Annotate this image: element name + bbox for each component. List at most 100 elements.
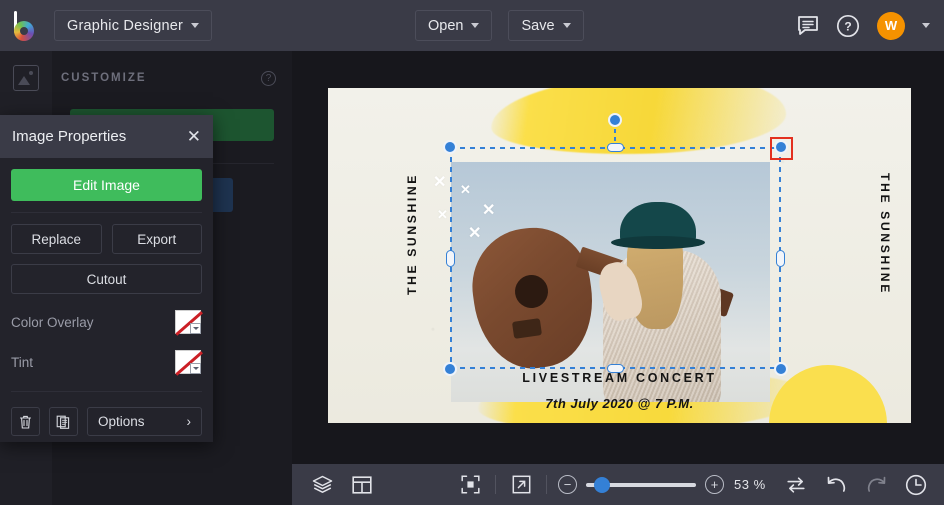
highlight-annotation [770, 137, 793, 160]
right-center-resize-handle[interactable] [776, 250, 785, 267]
top-bar: Graphic Designer Open Save ? W [0, 0, 944, 51]
bottom-center-resize-handle[interactable] [607, 364, 624, 373]
selection-bounding-box[interactable] [443, 113, 788, 376]
export-button[interactable]: Export [111, 224, 202, 254]
zoom-in-button[interactable]: + [705, 475, 724, 494]
fit-to-screen-icon [460, 475, 480, 494]
replace-button[interactable]: Replace [11, 224, 102, 254]
save-label: Save [521, 17, 555, 34]
rail-item-image[interactable] [0, 51, 52, 105]
divider [495, 475, 496, 494]
account-chevron-down-icon[interactable] [922, 23, 930, 28]
customize-header: CUSTOMIZE ? [52, 51, 292, 105]
comment-icon[interactable] [797, 15, 819, 36]
avatar-initial: W [884, 18, 898, 33]
x-decoration-icon: ✕ [433, 174, 447, 191]
replace-label: Replace [31, 231, 82, 247]
swap-button[interactable] [776, 464, 816, 505]
divider [11, 391, 202, 392]
edit-image-label: Edit Image [73, 177, 140, 193]
tint-row: Tint [11, 350, 203, 376]
top-bar-right-actions: ? W [797, 0, 930, 51]
delete-button[interactable] [11, 407, 40, 436]
bottom-right-resize-handle[interactable] [774, 362, 788, 376]
help-icon[interactable]: ? [836, 14, 860, 38]
chevron-down-icon [471, 23, 480, 28]
swap-icon [787, 476, 805, 493]
zoom-slider-knob[interactable] [594, 476, 610, 493]
options-button[interactable]: Options › [87, 407, 202, 436]
help-icon[interactable]: ? [261, 70, 276, 86]
layers-button[interactable] [302, 464, 342, 505]
zoom-out-button[interactable]: − [558, 475, 577, 494]
svg-text:?: ? [844, 19, 851, 33]
avatar[interactable]: W [877, 11, 905, 40]
document-title-label: Graphic Designer [67, 17, 184, 34]
options-label: Options [98, 414, 145, 429]
dialog-title: Image Properties [12, 128, 127, 145]
cutout-button[interactable]: Cutout [11, 264, 202, 294]
app-root: Graphic Designer Open Save ? W CUSTOMIZE… [0, 0, 944, 505]
canvas-workspace[interactable]: THE SUNSHINE THE SUNSHINE LIVESTREAM CON… [292, 51, 944, 464]
dialog-footer: Options › [0, 407, 213, 436]
chevron-down-icon[interactable] [190, 363, 201, 374]
top-center-resize-handle[interactable] [607, 143, 624, 152]
fit-to-screen-button[interactable] [450, 464, 490, 505]
poster-right-vertical-text[interactable]: THE SUNSHINE [878, 173, 892, 295]
pages-icon [352, 475, 372, 494]
save-button[interactable]: Save [508, 10, 584, 41]
poster-title[interactable]: LIVESTREAM CONCERT [328, 371, 911, 385]
open-label: Open [428, 17, 464, 34]
undo-icon [827, 476, 845, 492]
history-button[interactable] [896, 464, 936, 505]
top-left-resize-handle[interactable] [443, 140, 457, 154]
customize-title: CUSTOMIZE [61, 72, 147, 84]
rotate-handle[interactable] [608, 113, 622, 127]
fullscreen-button[interactable] [501, 464, 541, 505]
zoom-out-label: − [563, 477, 572, 492]
duplicate-icon [56, 415, 70, 429]
duplicate-button[interactable] [49, 407, 78, 436]
layers-icon [312, 475, 332, 493]
poster-subtitle[interactable]: 7th July 2020 @ 7 P.M. [328, 396, 911, 411]
image-tool-icon [13, 65, 39, 91]
trash-icon [19, 415, 32, 429]
color-overlay-row: Color Overlay [11, 310, 203, 336]
chevron-down-icon[interactable] [190, 323, 201, 334]
zoom-slider[interactable] [586, 476, 696, 493]
tint-label: Tint [11, 354, 34, 370]
replace-export-row: Replace Export [11, 224, 202, 254]
zoom-in-label: + [710, 477, 719, 492]
tint-swatch[interactable] [175, 350, 203, 376]
bottom-view-group [450, 464, 552, 505]
zoom-control-group: − + 53 % [558, 475, 766, 494]
edit-image-button[interactable]: Edit Image [11, 169, 202, 201]
left-center-resize-handle[interactable] [446, 250, 455, 267]
chevron-down-icon [191, 23, 200, 28]
pages-button[interactable] [342, 464, 382, 505]
bottom-toolbar: − + 53 % [292, 464, 944, 505]
color-overlay-swatch[interactable] [175, 310, 203, 336]
color-overlay-label: Color Overlay [11, 314, 94, 330]
chevron-down-icon [562, 23, 571, 28]
expand-icon [512, 475, 530, 494]
close-icon[interactable]: ✕ [187, 128, 201, 145]
redo-button[interactable] [856, 464, 896, 505]
image-properties-dialog: Image Properties ✕ Edit Image Replace Ex… [0, 115, 213, 442]
dialog-body: Edit Image Replace Export Cutout Color O… [0, 158, 213, 392]
bevel-logo-icon [12, 10, 40, 41]
export-label: Export [137, 231, 177, 247]
zoom-level-label: 53 % [734, 477, 766, 492]
document-title-dropdown[interactable]: Graphic Designer [54, 10, 213, 41]
bottom-left-group [302, 464, 382, 505]
app-logo[interactable] [0, 10, 52, 41]
bottom-left-resize-handle[interactable] [443, 362, 457, 376]
redo-icon [867, 476, 885, 492]
cutout-label: Cutout [86, 271, 127, 287]
undo-button[interactable] [816, 464, 856, 505]
poster-left-vertical-text[interactable]: THE SUNSHINE [405, 173, 419, 295]
history-icon [905, 474, 927, 495]
dialog-header: Image Properties ✕ [0, 115, 213, 158]
open-button[interactable]: Open [415, 10, 493, 41]
chevron-right-icon: › [186, 414, 192, 429]
